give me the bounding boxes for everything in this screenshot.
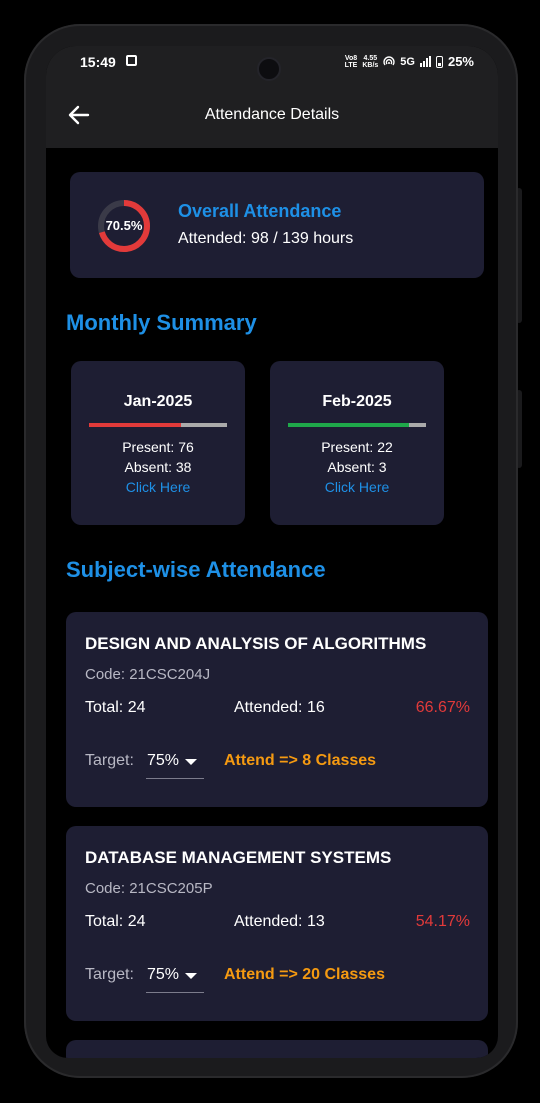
month-details-link[interactable]: Click Here: [325, 479, 390, 495]
month-absent: Absent: 38: [124, 459, 192, 475]
app-bar: 15:49 Vo8 LTE 4.55 KB/s 5G 25% Attendanc…: [46, 46, 498, 148]
attend-advice: Attend => 20 Classes: [224, 966, 385, 983]
subject-name: DESIGN AND ANALYSIS OF ALGORITHMS: [85, 634, 427, 653]
notification-icon: [126, 55, 137, 66]
month-progress-bar: [89, 423, 227, 427]
monthly-summary-title: Monthly Summary: [66, 310, 257, 335]
subject-card-dbms: DATABASE MANAGEMENT SYSTEMS Code: 21CSC2…: [66, 826, 488, 1021]
month-progress-bar: [288, 423, 426, 427]
subject-code: Code: 21CSC204J: [85, 666, 211, 683]
status-time: 15:49: [80, 54, 116, 70]
phone-screen: 15:49 Vo8 LTE 4.55 KB/s 5G 25% Attendanc…: [46, 46, 498, 1058]
subject-card-daa: DESIGN AND ANALYSIS OF ALGORITHMS Code: …: [66, 612, 488, 807]
month-present: Present: 76: [122, 439, 194, 455]
month-absent: Absent: 3: [327, 459, 387, 475]
month-progress-fill: [288, 423, 410, 427]
battery-icon: [435, 55, 443, 68]
target-dropdown[interactable]: 75%: [146, 750, 204, 779]
signal-bars-icon: [419, 56, 431, 67]
network-speed: 4.55 KB/s: [362, 54, 379, 69]
page-title: Attendance Details: [204, 106, 340, 123]
subject-attended: Attended: 13: [234, 913, 325, 930]
subject-total: Total: 24: [85, 913, 146, 930]
subject-name: DATABASE MANAGEMENT SYSTEMS: [85, 848, 392, 867]
attend-advice: Attend => 8 Classes: [224, 752, 377, 769]
volte-indicator: Vo8 LTE: [344, 54, 358, 69]
month-name: Feb-2025: [322, 393, 392, 410]
month-card-jan[interactable]: Jan-2025 Present: 76 Absent: 38 Click He…: [71, 361, 245, 525]
signal-type: 5G: [400, 55, 415, 68]
month-present: Present: 22: [321, 439, 393, 455]
overall-percent: 70.5%: [105, 218, 143, 233]
subject-attended: Attended: 16: [234, 699, 325, 716]
subject-percent: 66.67%: [415, 699, 470, 716]
subject-percent: 54.17%: [415, 913, 470, 930]
front-camera: [257, 57, 281, 81]
chevron-down-icon: [185, 759, 197, 765]
target-label: Target:: [85, 752, 134, 769]
overall-attended-hours: Attended: 98 / 139 hours: [178, 230, 354, 247]
target-value: 75%: [147, 752, 180, 769]
subject-total: Total: 24: [85, 699, 146, 716]
overall-attendance-card: 70.5% Overall Attendance Attended: 98 / …: [70, 172, 484, 278]
subject-wise-title: Subject-wise Attendance: [66, 557, 326, 582]
month-name: Jan-2025: [123, 393, 193, 410]
subject-card-partial: [66, 1040, 488, 1058]
overall-title: Overall Attendance: [178, 201, 342, 221]
battery-percent: 25%: [447, 54, 474, 69]
subject-code: Code: 21CSC205P: [85, 880, 213, 897]
hotspot-icon: [383, 55, 395, 65]
target-dropdown[interactable]: 75%: [146, 964, 204, 993]
chevron-down-icon: [185, 973, 197, 979]
month-card-feb[interactable]: Feb-2025 Present: 22 Absent: 3 Click Her…: [270, 361, 444, 525]
month-progress-fill: [89, 423, 182, 427]
status-icons: Vo8 LTE 4.55 KB/s 5G 25%: [345, 54, 474, 69]
month-details-link[interactable]: Click Here: [126, 479, 191, 495]
target-label: Target:: [85, 966, 134, 983]
target-value: 75%: [147, 966, 180, 983]
